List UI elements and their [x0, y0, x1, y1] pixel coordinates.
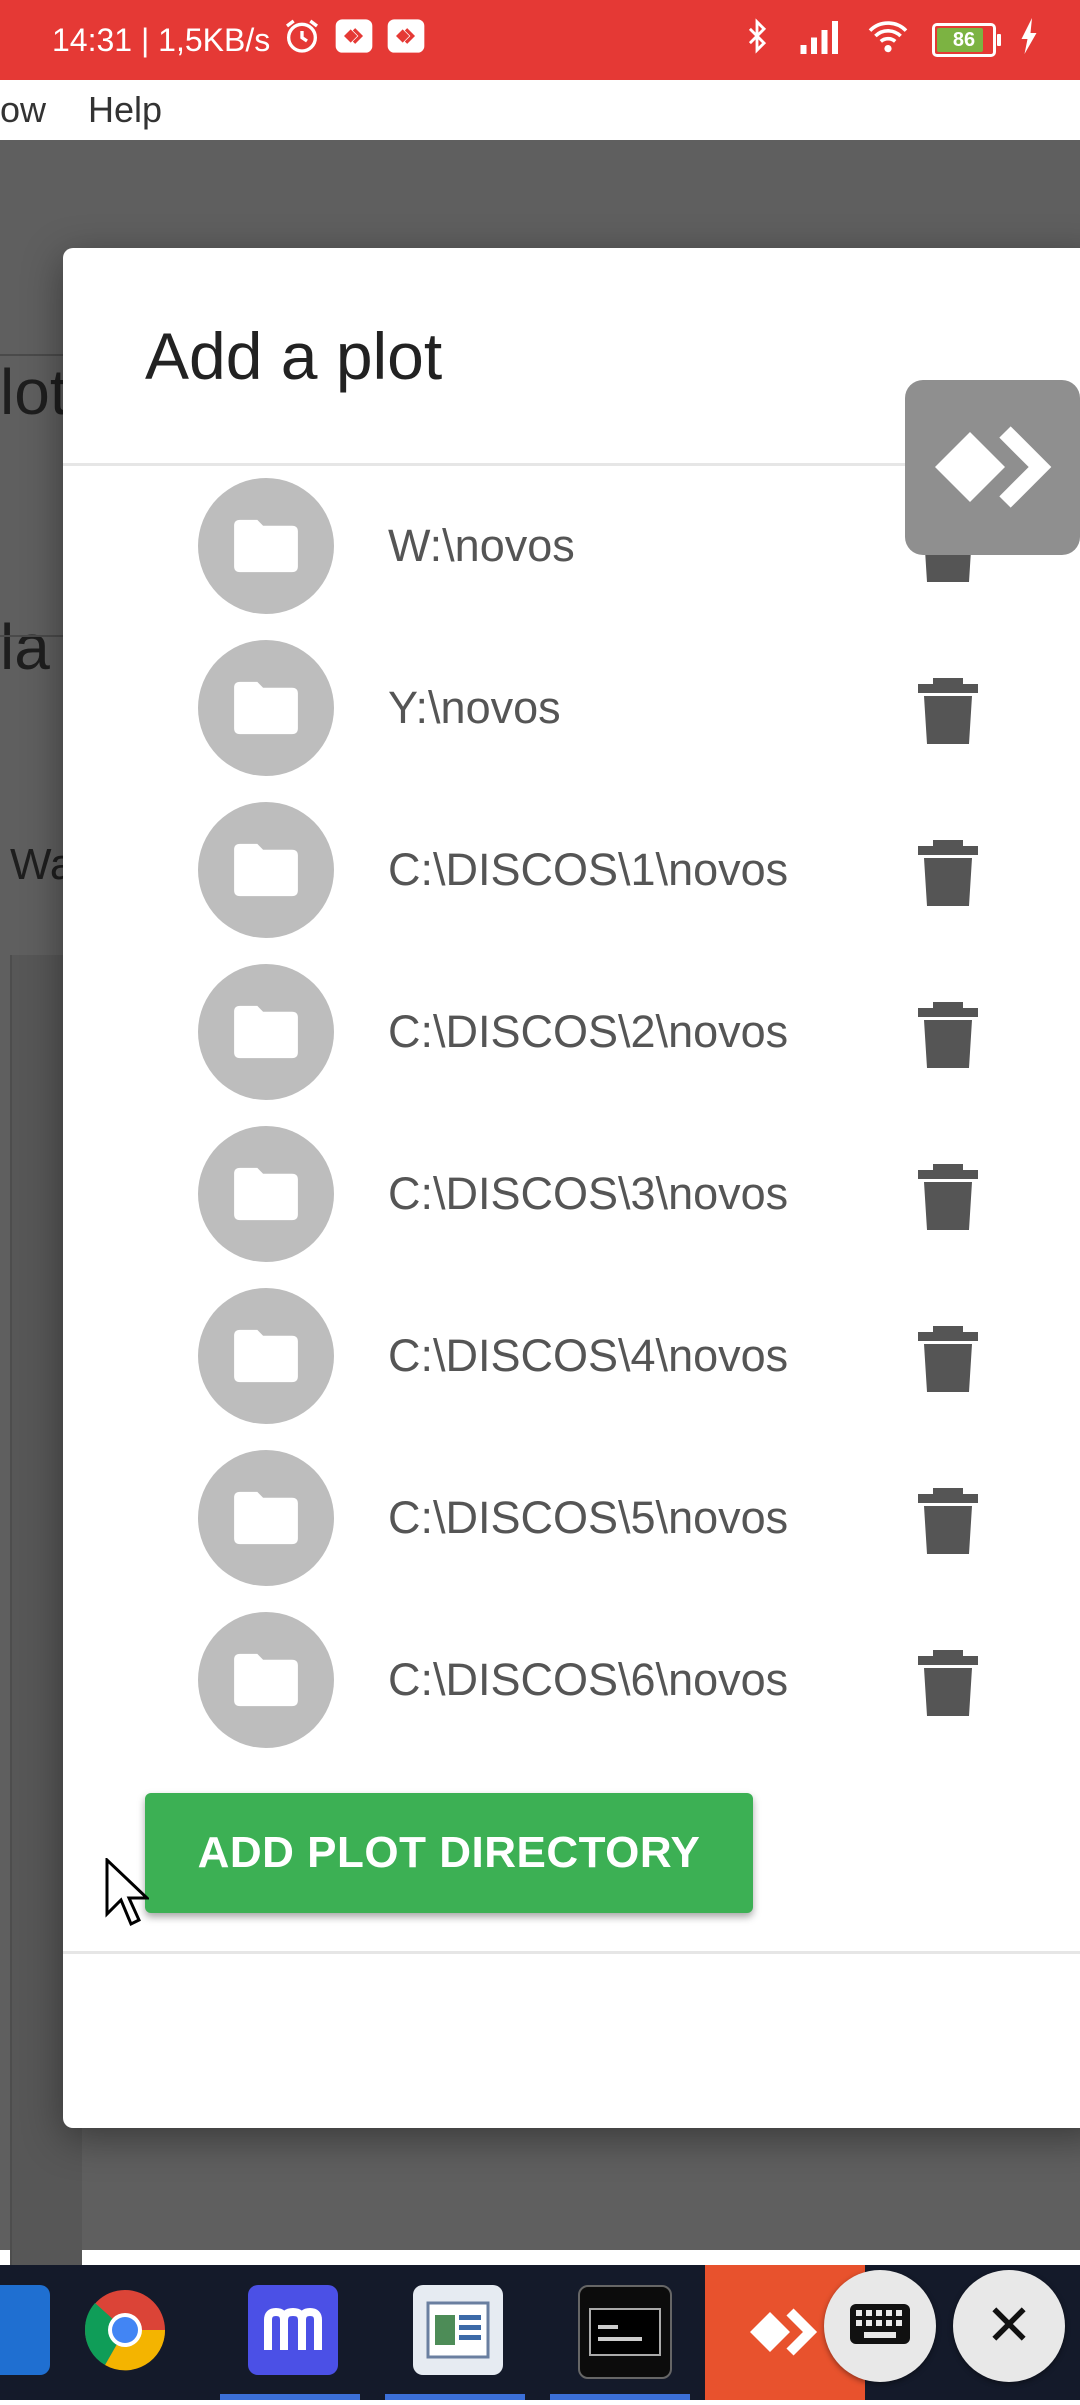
- add-plot-directory-button[interactable]: ADD PLOT DIRECTORY: [145, 1793, 753, 1913]
- delete-icon[interactable]: [918, 1650, 978, 1716]
- taskbar-active-indicator: [385, 2394, 525, 2400]
- close-icon: [987, 2302, 1031, 2351]
- status-time: 14:31 | 1,5KB/s: [52, 21, 271, 58]
- plot-directory-path: C:\DISCOS\6\novos: [388, 1654, 789, 1705]
- plot-directory-row: C:\DISCOS\5\novos: [198, 1448, 978, 1588]
- plot-directory-path: C:\DISCOS\2\novos: [388, 1006, 789, 1057]
- folder-icon: [198, 640, 334, 776]
- battery-icon: 86: [932, 23, 1001, 57]
- terminal-icon[interactable]: [578, 2285, 672, 2379]
- plot-directory-path: W:\novos: [388, 520, 575, 571]
- signal-icon: [796, 18, 844, 62]
- plot-directory-row: W:\novos: [198, 476, 978, 616]
- menu-help[interactable]: Help: [88, 89, 162, 131]
- alarm-icon: [282, 16, 322, 64]
- taskbar-active-indicator: [220, 2394, 360, 2400]
- plot-directory-path: Y:\novos: [388, 682, 561, 733]
- anydesk-remote-icon[interactable]: [905, 380, 1080, 555]
- plot-directory-path: C:\DISCOS\1\novos: [388, 844, 789, 895]
- background-heading: la: [0, 611, 50, 683]
- m-app-icon[interactable]: [248, 2285, 338, 2375]
- battery-level: 86: [952, 28, 976, 51]
- plot-directory-row: C:\DISCOS\1\novos: [198, 800, 978, 940]
- windows-icon[interactable]: [0, 2285, 50, 2375]
- dialog-title: Add a plot: [145, 319, 443, 393]
- plot-directory-row: C:\DISCOS\2\novos: [198, 962, 978, 1102]
- folder-icon: [198, 964, 334, 1100]
- menu-window[interactable]: ow: [0, 89, 46, 131]
- plot-directory-row: C:\DISCOS\3\novos: [198, 1124, 978, 1264]
- delete-icon[interactable]: [918, 1002, 978, 1068]
- close-button[interactable]: [953, 2270, 1065, 2382]
- folder-icon: [198, 1612, 334, 1748]
- plot-directory-path: C:\DISCOS\5\novos: [388, 1492, 789, 1543]
- document-icon[interactable]: [413, 2285, 503, 2375]
- plot-directory-path: C:\DISCOS\3\novos: [388, 1168, 789, 1219]
- delete-icon[interactable]: [918, 1488, 978, 1554]
- folder-icon: [198, 1288, 334, 1424]
- app-menubar: ow Help: [0, 80, 1080, 140]
- plot-directory-path: C:\DISCOS\4\novos: [388, 1330, 789, 1381]
- status-bar: 14:31 | 1,5KB/s 86: [0, 0, 1080, 80]
- taskbar-active-indicator: [550, 2394, 690, 2400]
- anydesk-notification-icon-2: [386, 16, 426, 64]
- delete-icon[interactable]: [918, 1164, 978, 1230]
- plot-directory-row: Y:\novos: [198, 638, 978, 778]
- background-title: lot: [0, 356, 68, 428]
- delete-icon[interactable]: [918, 678, 978, 744]
- bluetooth-icon: [740, 16, 774, 64]
- charging-icon: [1018, 18, 1040, 62]
- folder-icon: [198, 1450, 334, 1586]
- keyboard-button[interactable]: [824, 2270, 936, 2382]
- chrome-icon[interactable]: [80, 2285, 170, 2375]
- folder-icon: [198, 1126, 334, 1262]
- wifi-icon: [866, 18, 910, 62]
- plot-directory-row: C:\DISCOS\6\novos: [198, 1610, 978, 1750]
- dialog-divider-bottom: [63, 1951, 1080, 1954]
- mouse-cursor-icon: [105, 1856, 151, 1933]
- keyboard-icon: [848, 2302, 912, 2351]
- delete-icon[interactable]: [918, 840, 978, 906]
- folder-icon: [198, 802, 334, 938]
- folder-icon: [198, 478, 334, 614]
- delete-icon[interactable]: [918, 1326, 978, 1392]
- plot-directory-row: C:\DISCOS\4\novos: [198, 1286, 978, 1426]
- anydesk-notification-icon: [334, 16, 374, 64]
